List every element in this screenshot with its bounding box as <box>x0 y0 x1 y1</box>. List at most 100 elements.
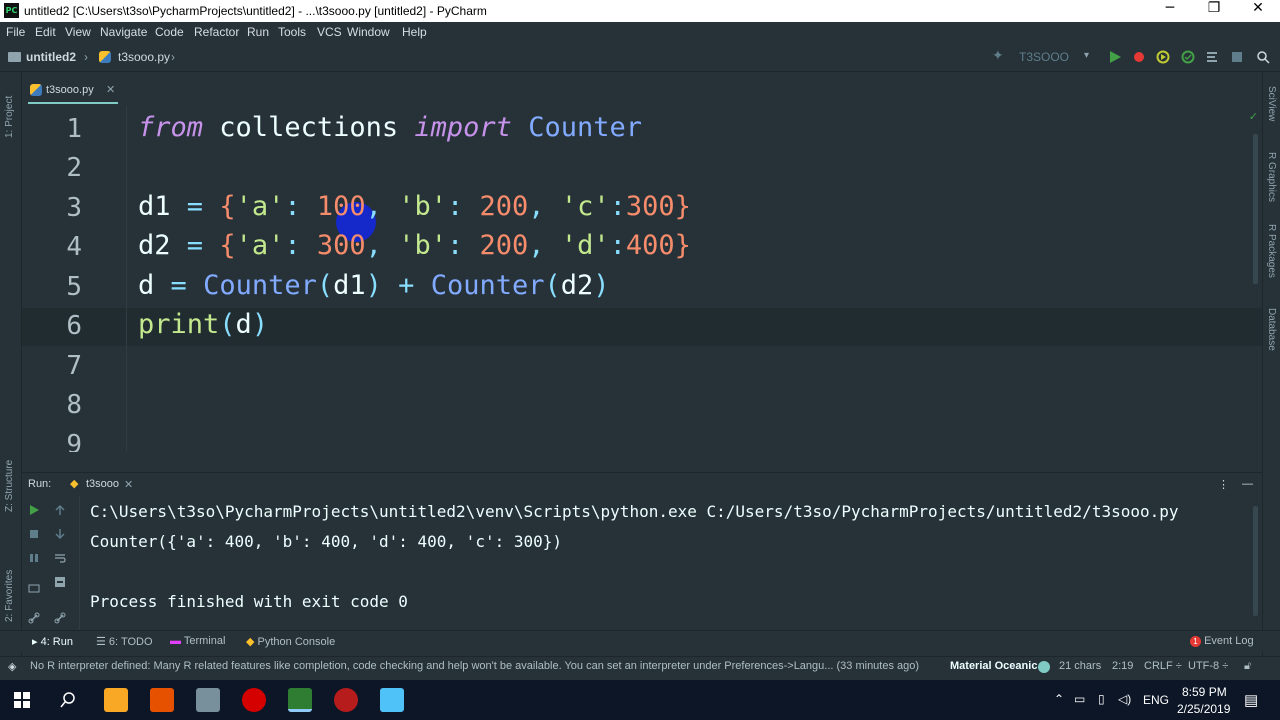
print-icon[interactable] <box>54 576 66 588</box>
recorder-icon[interactable] <box>334 688 358 712</box>
rerun-icon[interactable] <box>28 504 40 516</box>
line-separator[interactable]: CRLF ÷ <box>1144 660 1182 672</box>
breadcrumb-project[interactable]: untitled2 <box>26 50 76 64</box>
minimize-button[interactable]: ─ <box>1148 0 1192 22</box>
concurrency-icon[interactable] <box>1206 50 1220 64</box>
run-output-panel[interactable]: C:\Users\t3so\PycharmProjects\untitled2\… <box>22 496 1262 630</box>
menu-window[interactable]: Window <box>347 25 390 39</box>
run-tool-tab[interactable]: ▸ 4: Run <box>32 635 73 648</box>
editor-scrollbar[interactable] <box>1253 134 1258 284</box>
chevron-right-icon: › <box>171 50 175 64</box>
menu-refactor[interactable]: Refactor <box>194 25 239 39</box>
file-encoding[interactable]: UTF-8 ÷ <box>1188 660 1228 672</box>
stop-icon[interactable] <box>28 528 40 540</box>
run-tab-label[interactable]: t3sooo <box>86 478 119 490</box>
close-run-tab-icon[interactable]: ✕ <box>124 478 133 491</box>
arrow-up-icon[interactable] <box>54 504 66 516</box>
run-icon[interactable] <box>1108 50 1122 64</box>
file-explorer-icon[interactable] <box>104 688 128 712</box>
more-options-icon[interactable]: ⋮ <box>1218 478 1229 491</box>
link-alt-icon[interactable] <box>54 612 66 624</box>
menu-run[interactable]: Run <box>247 25 269 39</box>
network-icon[interactable]: ▭ <box>1074 692 1085 706</box>
notes-icon[interactable] <box>380 688 404 712</box>
coverage-icon[interactable] <box>1156 50 1170 64</box>
language-indicator[interactable]: ENG <box>1143 693 1169 707</box>
sublime-text-icon[interactable] <box>150 688 174 712</box>
app-icon[interactable] <box>196 688 220 712</box>
output-scrollbar[interactable] <box>1253 506 1258 616</box>
char-count: 21 chars <box>1059 660 1102 672</box>
python-console-tool-tab[interactable]: ◆ Python Console <box>246 635 335 648</box>
checkmark-icon: ✓ <box>1248 110 1258 123</box>
run-tool-tab-label: 4: Run <box>40 636 73 648</box>
sciview-tool-tab[interactable]: SciView <box>1266 86 1277 121</box>
stop-icon[interactable] <box>1230 50 1244 64</box>
arrow-down-icon[interactable] <box>54 528 66 540</box>
line-number: 5 <box>66 272 82 302</box>
code-line: from collections import Counter <box>138 112 642 143</box>
menu-bar: File Edit View Navigate Code Refactor Ru… <box>0 22 1280 42</box>
notifications-icon[interactable]: ▤ <box>1244 691 1258 709</box>
restore-layout-icon[interactable] <box>28 582 40 594</box>
code-line: print(d) <box>138 309 269 340</box>
caret-position[interactable]: 2:19 <box>1112 660 1133 672</box>
code-editor[interactable]: 1 2 3 4 5 6 7 8 9 from collections impor… <box>22 106 1262 452</box>
menu-code[interactable]: Code <box>155 25 184 39</box>
link-icon[interactable] <box>28 612 40 624</box>
menu-navigate[interactable]: Navigate <box>100 25 147 39</box>
run-configuration-select[interactable]: ✦ T3SOOO ▾ <box>986 47 1098 67</box>
clock-date[interactable]: 2/25/2019 <box>1177 702 1230 716</box>
r-graphics-tool-tab[interactable]: R Graphics <box>1266 152 1277 202</box>
line-number: 3 <box>66 193 82 223</box>
menu-vcs[interactable]: VCS <box>317 25 342 39</box>
todo-tool-tab[interactable]: ☰ 6: TODO <box>96 635 153 648</box>
project-tool-tab[interactable]: 1: Project <box>4 96 15 138</box>
menu-help[interactable]: Help <box>402 25 427 39</box>
soft-wrap-icon[interactable] <box>54 552 66 564</box>
close-window-button[interactable]: ✕ <box>1236 0 1280 22</box>
editor-tab-label: t3sooo.py <box>46 84 94 96</box>
left-tool-strip: 1: Project Z: Structure 2: Favorites <box>0 72 22 656</box>
menu-file[interactable]: File <box>6 25 25 39</box>
clock-time[interactable]: 8:59 PM <box>1182 685 1227 699</box>
python-config-icon: ✦ <box>992 48 1004 64</box>
profile-icon[interactable] <box>1181 50 1195 64</box>
line-number: 7 <box>66 351 82 381</box>
debug-icon[interactable] <box>1132 50 1146 64</box>
code-line: d2 = {'a': 300, 'b': 200, 'd':400} <box>138 230 691 261</box>
python-file-icon <box>30 84 42 96</box>
database-tool-tab[interactable]: Database <box>1266 308 1277 351</box>
close-tab-icon[interactable]: ✕ <box>106 83 115 96</box>
chevron-down-icon: ▾ <box>1084 50 1090 61</box>
code-line: d = Counter(d1) + Counter(d2) <box>138 270 610 301</box>
pycharm-taskbar-icon[interactable] <box>288 688 312 712</box>
lock-icon[interactable]: 🔓︎ <box>1244 660 1251 673</box>
search-everywhere-icon[interactable] <box>1256 50 1270 64</box>
pause-icon[interactable] <box>28 552 40 564</box>
editor-tab[interactable]: t3sooo.py ✕ <box>28 78 118 104</box>
breadcrumb-file[interactable]: t3sooo.py <box>118 50 170 64</box>
windows-start-icon[interactable] <box>14 692 30 708</box>
opera-icon[interactable] <box>242 688 266 712</box>
hide-panel-icon[interactable]: — <box>1242 478 1253 490</box>
volume-icon[interactable]: ◁) <box>1118 692 1131 706</box>
r-packages-tool-tab[interactable]: R Packages <box>1266 224 1277 278</box>
terminal-tool-tab[interactable]: ▬ Terminal <box>170 635 225 647</box>
status-message[interactable]: No R interpreter defined: Many R related… <box>30 660 919 672</box>
run-panel-label: Run: <box>28 478 52 490</box>
event-log-tool-tab[interactable]: 1 Event Log <box>1190 635 1254 647</box>
line-number: 9 <box>66 430 82 452</box>
run-configuration-label: T3SOOO <box>1019 50 1070 64</box>
python-console-icon: ◆ <box>246 636 255 648</box>
battery-icon[interactable]: ▯ <box>1098 692 1105 706</box>
search-icon[interactable] <box>60 692 76 708</box>
theme-indicator[interactable]: Material Oceanic <box>950 660 1037 672</box>
menu-tools[interactable]: Tools <box>278 25 306 39</box>
menu-view[interactable]: View <box>65 25 91 39</box>
restore-button[interactable]: ❐ <box>1192 0 1236 22</box>
menu-edit[interactable]: Edit <box>35 25 56 39</box>
structure-tool-tab[interactable]: Z: Structure <box>4 460 15 512</box>
favorites-tool-tab[interactable]: 2: Favorites <box>4 570 15 622</box>
tray-chevron-up-icon[interactable]: ⌃ <box>1054 692 1064 706</box>
